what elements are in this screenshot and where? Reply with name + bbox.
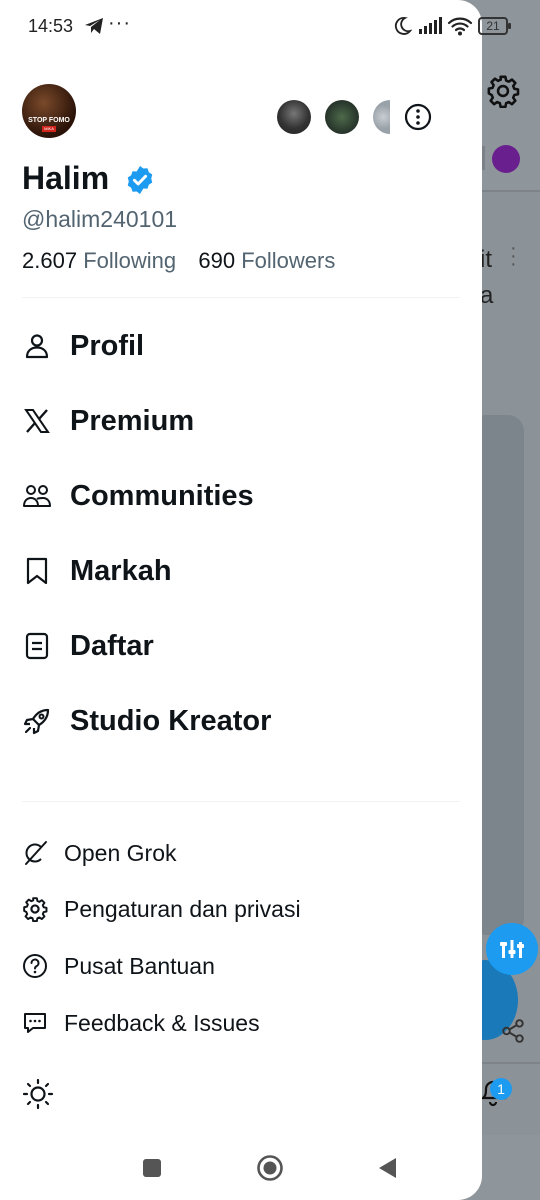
system-navigation-bar bbox=[0, 1140, 540, 1196]
telegram-icon bbox=[85, 18, 103, 34]
status-time: 14:53 bbox=[28, 16, 74, 36]
menu-item-label: Daftar bbox=[70, 629, 154, 662]
menu-item-communities[interactable]: Communities bbox=[22, 476, 254, 516]
menu-item-label: Pusat Bantuan bbox=[64, 952, 215, 979]
tab-indicator bbox=[482, 146, 485, 170]
more-notifications-icon: ··· bbox=[108, 12, 131, 34]
switch-account-avatar[interactable] bbox=[277, 100, 311, 134]
followers-label: Followers bbox=[241, 248, 336, 273]
timeline-filter-button[interactable] bbox=[486, 923, 538, 975]
switch-account-avatar[interactable] bbox=[373, 100, 390, 134]
menu-item-daftar[interactable]: Daftar bbox=[22, 626, 154, 666]
divider bbox=[482, 190, 540, 192]
x-logo-icon bbox=[24, 409, 50, 433]
person-icon bbox=[25, 334, 49, 359]
rocket-icon bbox=[23, 708, 50, 735]
sliders-icon bbox=[500, 940, 524, 958]
divider bbox=[482, 1062, 540, 1064]
timeline-settings-icon bbox=[487, 75, 520, 108]
profile-name[interactable]: Halim bbox=[22, 160, 109, 197]
battery-icon: 21 bbox=[478, 17, 511, 35]
more-accounts-icon[interactable] bbox=[403, 102, 433, 132]
profile-handle: @halim240101 bbox=[22, 206, 178, 232]
divider bbox=[22, 297, 460, 298]
menu-item-label: Studio Kreator bbox=[70, 704, 272, 737]
signal-icon bbox=[419, 17, 442, 34]
menu-item-markah[interactable]: Markah bbox=[22, 551, 172, 591]
verified-badge-icon bbox=[127, 166, 153, 194]
menu-item-label: Markah bbox=[70, 554, 172, 587]
status-bar: 14:53 ··· 21 bbox=[0, 0, 540, 56]
menu-item-premium[interactable]: Premium bbox=[22, 401, 194, 441]
notification-badge: 1 bbox=[490, 1078, 512, 1100]
wifi-icon bbox=[447, 17, 473, 36]
home-button[interactable] bbox=[256, 1154, 284, 1182]
back-button[interactable] bbox=[376, 1156, 398, 1180]
followers-count: 690 bbox=[198, 248, 236, 273]
share-icon bbox=[502, 1019, 524, 1043]
followers-link[interactable]: 690 Followers bbox=[198, 248, 335, 273]
switch-account-avatar[interactable] bbox=[325, 100, 359, 134]
purple-circle-emoji bbox=[492, 145, 520, 173]
post-more-icon: · · · bbox=[510, 237, 517, 275]
menu-item-studio-kreator[interactable]: Studio Kreator bbox=[22, 701, 271, 741]
help-icon bbox=[23, 954, 47, 978]
menu-item-label: Pengaturan dan privasi bbox=[64, 895, 301, 922]
follow-stats: 2.607 Following 690 Followers bbox=[22, 248, 335, 274]
menu-item-label: Open Grok bbox=[64, 839, 177, 866]
following-label: Following bbox=[83, 248, 177, 273]
post-text-fragment: a bbox=[480, 282, 494, 309]
menu-item-label: Premium bbox=[70, 404, 195, 437]
menu-item-label: Communities bbox=[70, 479, 254, 512]
menu-item-open-grok[interactable]: Open Grok bbox=[22, 836, 177, 870]
following-link[interactable]: 2.607 Following bbox=[22, 248, 182, 273]
navigation-drawer: STOP FOMO MIKA Halim @halim240101 2.607 … bbox=[0, 0, 482, 1200]
divider bbox=[22, 801, 460, 802]
following-count: 2.607 bbox=[22, 248, 78, 273]
moon-icon bbox=[394, 17, 412, 35]
menu-item-feedback[interactable]: Feedback & Issues bbox=[22, 1006, 260, 1040]
gear-icon bbox=[23, 897, 48, 922]
avatar-tag: MIKA bbox=[42, 126, 56, 132]
recents-button[interactable] bbox=[143, 1159, 161, 1177]
menu-item-label: Profil bbox=[70, 329, 145, 362]
communities-icon bbox=[23, 485, 51, 507]
list-icon bbox=[25, 632, 49, 660]
menu-item-help-center[interactable]: Pusat Bantuan bbox=[22, 949, 215, 983]
profile-avatar[interactable]: STOP FOMO MIKA bbox=[22, 84, 76, 138]
feedback-icon bbox=[24, 1013, 46, 1033]
sun-icon[interactable] bbox=[22, 1078, 54, 1110]
menu-item-settings[interactable]: Pengaturan dan privasi bbox=[22, 892, 301, 926]
menu-item-label: Feedback & Issues bbox=[64, 1009, 260, 1036]
bookmark-icon bbox=[26, 557, 48, 585]
menu-item-profil[interactable]: Profil bbox=[22, 326, 144, 366]
avatar-caption: STOP FOMO bbox=[28, 117, 70, 124]
grok-icon bbox=[25, 841, 47, 865]
